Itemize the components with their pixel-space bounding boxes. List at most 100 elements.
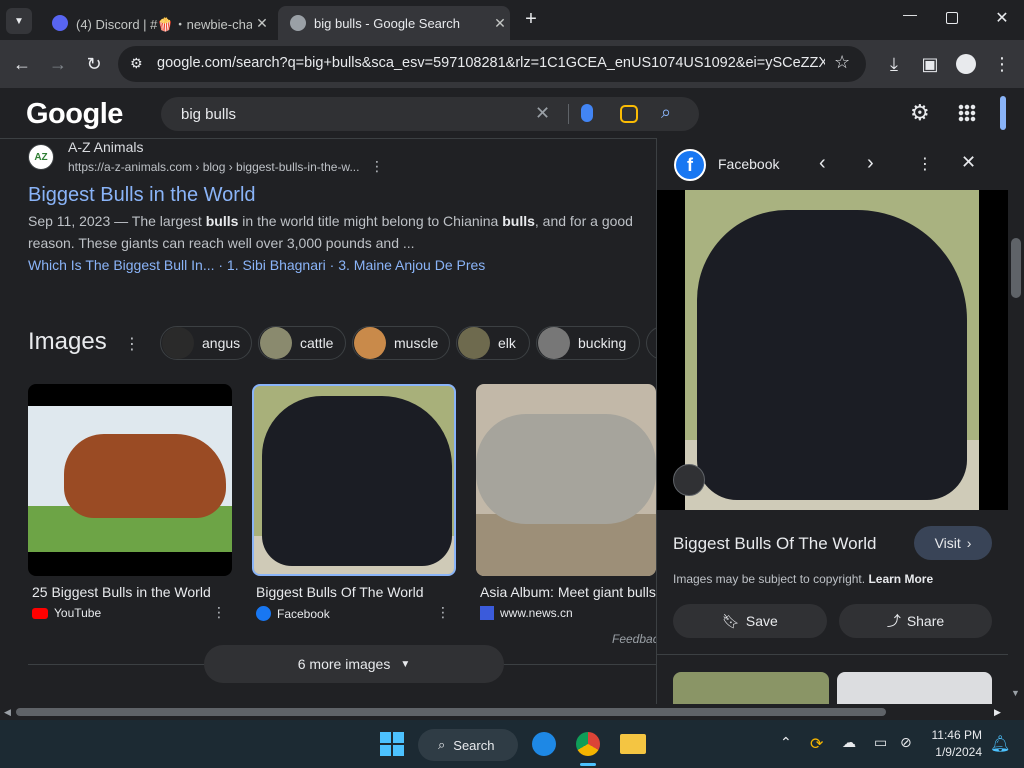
- youtube-icon: [32, 607, 48, 619]
- panel-title[interactable]: Biggest Bulls Of The World: [673, 534, 876, 554]
- related-image-thumbnail[interactable]: [673, 672, 829, 704]
- site-name[interactable]: A-Z Animals: [68, 139, 143, 155]
- search-icon[interactable]: ⌕: [661, 102, 671, 123]
- tab-discord[interactable]: (4) Discord | #🍿・newbie-chat | ✕: [40, 6, 272, 40]
- snippet-bold: bulls: [502, 213, 535, 229]
- vertical-scrollbar[interactable]: ▼: [1008, 88, 1024, 704]
- search-box[interactable]: big bulls ✕ ⌕: [161, 97, 699, 131]
- chrome-icon[interactable]: [576, 732, 600, 756]
- close-tab-icon[interactable]: ✕: [252, 15, 272, 32]
- close-window-button[interactable]: ✕: [992, 8, 1012, 28]
- side-panel-icon[interactable]: ▣: [916, 50, 944, 78]
- close-panel-icon[interactable]: ✕: [961, 152, 976, 173]
- result-url[interactable]: https://a-z-animals.com › blog › biggest…: [68, 160, 359, 174]
- network-offline-icon[interactable]: ⊘: [900, 734, 912, 751]
- close-tab-icon[interactable]: ✕: [490, 15, 510, 32]
- scroll-thumb[interactable]: [16, 708, 886, 716]
- download-icon[interactable]: ⤓: [880, 50, 908, 78]
- chip-muscle[interactable]: muscle: [352, 326, 450, 360]
- image-caption[interactable]: 25 Biggest Bulls in the World: [32, 584, 211, 600]
- new-tab-button[interactable]: +: [520, 8, 542, 30]
- maximize-button[interactable]: [946, 12, 958, 24]
- more-images-button[interactable]: 6 more images ▼: [204, 645, 504, 683]
- chip-angus[interactable]: angus: [160, 326, 252, 360]
- result-menu-icon[interactable]: ⋮: [370, 158, 384, 175]
- tab-google-search[interactable]: big bulls - Google Search ✕: [278, 6, 510, 40]
- url-text[interactable]: google.com/search?q=big+bulls&sca_esv=59…: [157, 55, 825, 71]
- taskbar-search-label: Search: [453, 737, 495, 753]
- chip-cattle[interactable]: cattle: [258, 326, 346, 360]
- lens-search-icon[interactable]: [673, 464, 705, 496]
- microphone-icon[interactable]: [581, 104, 593, 122]
- learn-more-link[interactable]: Learn More: [868, 572, 933, 586]
- image-menu-icon[interactable]: ⋮: [436, 604, 450, 621]
- file-explorer-icon[interactable]: [620, 734, 646, 754]
- edge-beta-icon[interactable]: [532, 732, 556, 756]
- scroll-left-arrow-icon[interactable]: ◀: [4, 707, 11, 718]
- bookmark-star-icon[interactable]: ☆: [834, 52, 850, 73]
- chip-label: elk: [498, 335, 516, 351]
- search-results-page: Google big bulls ✕ ⌕ ⚙ AZ A-Z Animals ht…: [0, 88, 1008, 704]
- clear-search-icon[interactable]: ✕: [535, 103, 550, 124]
- horizontal-scrollbar[interactable]: ◀ ▶: [0, 704, 1008, 720]
- visit-button[interactable]: Visit ›: [914, 526, 992, 560]
- panel-source-name[interactable]: Facebook: [718, 156, 779, 172]
- scroll-down-arrow-icon[interactable]: ▼: [1011, 688, 1020, 698]
- clock-time[interactable]: 11:46 PM: [928, 728, 982, 742]
- forward-button[interactable]: →: [44, 50, 72, 78]
- image-result-brown-bull[interactable]: [28, 384, 232, 576]
- save-button[interactable]: 🔖︎ Save: [673, 604, 827, 638]
- image-caption[interactable]: Asia Album: Meet giant bulls: [480, 584, 656, 600]
- notification-bell-icon[interactable]: 🔔︎: [990, 734, 1010, 754]
- feedback-link[interactable]: Feedback: [612, 632, 656, 646]
- active-app-indicator: [580, 763, 596, 766]
- search-input[interactable]: big bulls: [181, 106, 236, 123]
- browser-menu-icon[interactable]: ⋮: [988, 50, 1016, 78]
- copyright-text: Images may be subject to copyright.: [673, 572, 866, 586]
- show-hidden-icons-chevron-icon[interactable]: ⌃: [780, 734, 792, 751]
- related-image-thumbnail[interactable]: [837, 672, 992, 704]
- minimize-button[interactable]: —: [900, 6, 920, 26]
- profile-avatar-icon[interactable]: [956, 54, 976, 74]
- image-menu-icon[interactable]: ⋮: [212, 604, 226, 621]
- image-caption[interactable]: Biggest Bulls Of The World: [256, 584, 424, 600]
- apps-grid-icon[interactable]: [958, 104, 976, 122]
- windows-start-icon[interactable]: [380, 732, 404, 756]
- image-result-black-bull[interactable]: [252, 384, 456, 576]
- onedrive-offline-icon[interactable]: ☁: [842, 734, 856, 751]
- tab-search-button[interactable]: ▼: [6, 8, 32, 34]
- image-source[interactable]: YouTube: [32, 606, 101, 620]
- scroll-right-arrow-icon[interactable]: ▶: [994, 707, 1001, 718]
- taskbar-search-button[interactable]: ⌕ Search: [418, 729, 518, 761]
- tab-title: big bulls - Google Search: [314, 15, 460, 31]
- profile-avatar-blue[interactable]: [1000, 96, 1006, 130]
- address-bar[interactable]: ⚙ google.com/search?q=big+bulls&sca_esv=…: [118, 46, 866, 82]
- previous-image-icon[interactable]: ‹: [819, 152, 826, 175]
- images-menu-icon[interactable]: ⋮: [124, 334, 140, 354]
- result-sublinks[interactable]: Which Is The Biggest Bull In... · 1. Sib…: [28, 257, 485, 273]
- chip-label: bucking: [578, 335, 627, 351]
- share-button[interactable]: ⤴ Share: [839, 604, 992, 638]
- google-logo[interactable]: Google: [26, 98, 123, 131]
- chip-elk[interactable]: elk: [456, 326, 530, 360]
- result-title[interactable]: Biggest Bulls in the World: [28, 184, 256, 207]
- next-image-icon[interactable]: ›: [867, 152, 874, 175]
- lens-camera-icon[interactable]: [620, 105, 638, 123]
- tab-title: (4) Discord | #🍿・newbie-chat |: [76, 16, 252, 32]
- site-info-icon[interactable]: ⚙: [130, 55, 143, 72]
- bookmark-icon: 🔖︎: [722, 612, 740, 629]
- share-label: Share: [906, 613, 945, 629]
- back-button[interactable]: ←: [8, 50, 36, 78]
- preview-image[interactable]: [657, 190, 1008, 510]
- chip-bucking[interactable]: bucking: [536, 326, 640, 360]
- image-result-gray-bull[interactable]: [476, 384, 656, 576]
- scroll-thumb[interactable]: [1011, 238, 1021, 298]
- image-source[interactable]: Facebook: [256, 606, 330, 621]
- image-source[interactable]: www.news.cn: [480, 606, 573, 620]
- panel-menu-icon[interactable]: ⋮: [917, 154, 933, 174]
- clock-date[interactable]: 1/9/2024: [928, 745, 982, 759]
- display-icon[interactable]: ▭: [874, 734, 887, 751]
- settings-gear-icon[interactable]: ⚙: [910, 100, 930, 126]
- sync-icon[interactable]: ⟳: [810, 734, 823, 754]
- reload-button[interactable]: ↻: [80, 50, 108, 78]
